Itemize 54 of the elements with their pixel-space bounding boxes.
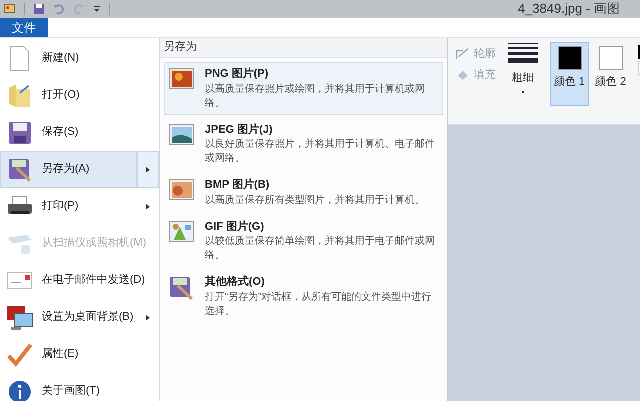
undo-icon[interactable] bbox=[53, 3, 65, 15]
arrow-right-icon bbox=[146, 314, 150, 320]
window-title: 4_3849.jpg - 画图 bbox=[518, 0, 620, 18]
file-format-option[interactable]: PNG 图片(P) 以高质量保存照片或绘图，并将其用于计算机或网络。 bbox=[164, 62, 443, 114]
color-label: 颜色 2 bbox=[595, 74, 626, 90]
menu-item[interactable]: 保存(S) bbox=[0, 114, 159, 151]
app-icon[interactable] bbox=[4, 3, 16, 15]
menu-item[interactable]: 在电子邮件中发送(D) bbox=[0, 262, 159, 299]
submenu-arrow-button[interactable] bbox=[137, 151, 159, 188]
file-format-option[interactable]: 其他格式(O) 打开“另存为”对话框，从所有可能的文件类型中进行选择。 bbox=[164, 270, 443, 322]
file-tab[interactable]: 文件 bbox=[0, 18, 48, 37]
option-description: 以高质量保存所有类型图片，并将其用于计算机。 bbox=[205, 194, 426, 208]
save-icon[interactable] bbox=[33, 3, 45, 15]
menu-item[interactable]: 打印(P) bbox=[0, 188, 137, 225]
dropdown-caret-icon[interactable] bbox=[93, 5, 101, 13]
option-description: 以良好质量保存照片，并将其用于计算机、电子邮件或网络。 bbox=[205, 138, 436, 166]
floppy-disk-pencil-icon bbox=[169, 276, 195, 300]
menu-item[interactable]: 属性(E) bbox=[0, 336, 159, 373]
floppy-disk-pencil-icon bbox=[8, 158, 32, 182]
menu-item[interactable]: 打开(O) bbox=[0, 77, 159, 114]
option-title: PNG 图片(P) bbox=[205, 66, 270, 82]
option-title: BMP 图片(B) bbox=[205, 178, 271, 193]
menu-item[interactable]: 另存为(A) bbox=[0, 151, 137, 188]
blank-page-icon bbox=[9, 46, 31, 72]
checkmark-icon bbox=[7, 342, 33, 366]
arrow-right-icon bbox=[146, 166, 150, 172]
menu-item[interactable]: 关于画图(T) bbox=[0, 373, 159, 401]
file-format-option[interactable]: BMP 图片(B) 以高质量保存所有类型图片，并将其用于计算机。 bbox=[164, 173, 443, 212]
arrow-right-icon bbox=[146, 204, 150, 210]
option-title: GIF 图片(G) bbox=[205, 220, 266, 234]
menu-item[interactable]: 设置为桌面背景(B) bbox=[0, 299, 137, 336]
outline-pencil-icon[interactable] bbox=[456, 48, 470, 60]
option-description: 以较低质量保存简单绘图，并将其用于电子邮件或网络。 bbox=[205, 235, 436, 263]
color-button[interactable]: 颜色 2 bbox=[591, 42, 630, 106]
folder-icon bbox=[8, 82, 32, 108]
shapes-image-icon bbox=[169, 220, 195, 242]
size-button[interactable]: 粗细 bbox=[512, 70, 534, 86]
landscape-image-icon bbox=[169, 124, 195, 146]
fill-bucket-icon[interactable] bbox=[456, 68, 470, 81]
envelope-icon bbox=[7, 270, 33, 290]
monitor-icon bbox=[6, 304, 34, 330]
option-description: 打开“另存为”对话框，从所有可能的文件类型中进行选择。 bbox=[205, 290, 433, 318]
color-button[interactable]: 颜色 1 bbox=[550, 42, 590, 106]
image-icon bbox=[169, 179, 195, 201]
option-title: JPEG 图片(J) bbox=[205, 122, 274, 138]
color-label: 颜色 1 bbox=[554, 74, 586, 90]
option-description: 以高质量保存照片或绘图，并将其用于计算机或网络。 bbox=[205, 82, 426, 110]
line-width-icon[interactable] bbox=[508, 42, 538, 66]
option-title: 其他格式(O) bbox=[205, 274, 266, 290]
menu-item[interactable]: 新建(N) bbox=[0, 40, 159, 77]
file-format-option[interactable]: JPEG 图片(J) 以良好质量保存照片，并将其用于计算机、电子邮件或网络。 bbox=[164, 118, 443, 170]
file-format-option[interactable]: GIF 图片(G) 以较低质量保存简单绘图，并将其用于电子邮件或网络。 bbox=[164, 214, 443, 267]
panel-heading: 另存为 bbox=[164, 40, 197, 56]
image-icon bbox=[169, 68, 195, 90]
